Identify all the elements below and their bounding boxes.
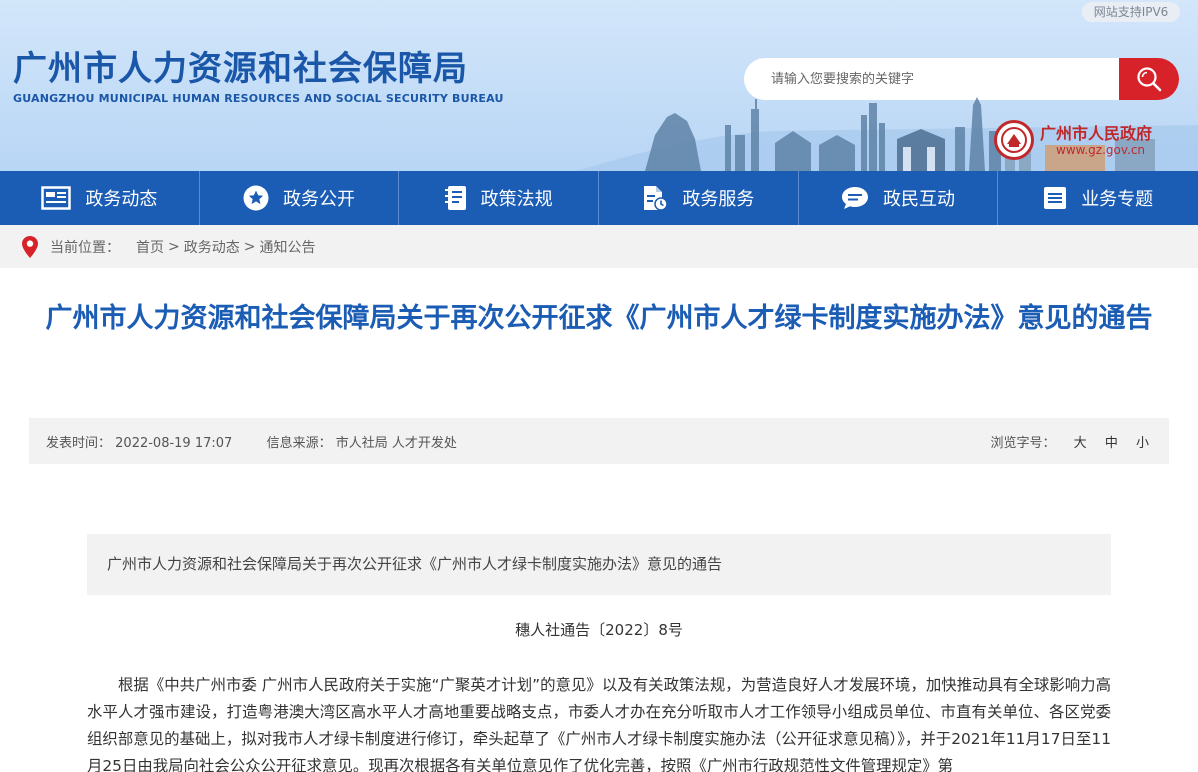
location-pin-icon	[22, 235, 38, 258]
search-bar	[744, 58, 1179, 100]
policy-document-icon	[444, 186, 466, 210]
search-icon	[1137, 67, 1162, 92]
site-header: 网站支持IPV6 广州市人力资源和社会保障局 GUANGZHOU MUNICIP…	[0, 0, 1198, 171]
article-subtitle-box: 广州市人力资源和社会保障局关于再次公开征求《广州市人才绿卡制度实施办法》意见的通…	[87, 534, 1111, 595]
nav-item-topics[interactable]: 业务专题	[998, 171, 1198, 225]
gov-link-name[interactable]: 广州市人民政府	[1040, 120, 1152, 144]
nav-item-label: 业务专题	[1081, 189, 1154, 210]
breadcrumb-notices[interactable]: 通知公告	[259, 237, 315, 257]
gov-emblem-icon[interactable]	[994, 120, 1034, 160]
article-body-paragraph: 根据《中共广州市委 广州市人民政府关于实施“广聚英才计划”的意见》以及有关政策法…	[87, 676, 1111, 772]
source-label: 信息来源：	[266, 435, 332, 451]
font-size-medium[interactable]: 中	[1105, 436, 1118, 451]
search-button[interactable]	[1119, 58, 1179, 100]
site-logo-subtitle: GUANGZHOU MUNICIPAL HUMAN RESOURCES AND …	[13, 92, 504, 105]
nav-item-news[interactable]: 政务动态	[0, 171, 200, 225]
font-size-large[interactable]: 大	[1074, 436, 1087, 451]
search-input[interactable]	[744, 58, 1119, 100]
nav-item-label: 政务服务	[682, 189, 755, 210]
breadcrumb-label: 当前位置：	[50, 239, 120, 256]
site-logo-title[interactable]: 广州市人力资源和社会保障局	[13, 49, 468, 89]
nav-item-label: 政策法规	[480, 189, 553, 210]
nav-item-label: 政务公开	[283, 189, 355, 210]
nav-item-services[interactable]: 政务服务	[599, 171, 799, 225]
gov-link-url[interactable]: www.gz.gov.cn	[1056, 143, 1145, 157]
news-icon	[41, 186, 72, 210]
breadcrumb-separator: >	[243, 238, 256, 255]
star-icon	[243, 185, 269, 211]
nav-item-label: 政务动态	[85, 189, 158, 210]
article-title: 广州市人力资源和社会保障局关于再次公开征求《广州市人才绿卡制度实施办法》意见的通…	[45, 303, 1153, 334]
source-value: 市人社局 人才开发处	[335, 435, 457, 451]
article-meta-bar: 发表时间： 2022-08-19 17:07 信息来源： 市人社局 人才开发处 …	[29, 418, 1169, 464]
publish-time: 2022-08-19 17:07	[115, 435, 233, 451]
font-size-label: 浏览字号：	[990, 435, 1056, 451]
breadcrumb-news[interactable]: 政务动态	[184, 237, 240, 257]
chat-bubble-icon	[842, 187, 869, 209]
article-meta-info: 发表时间： 2022-08-19 17:07 信息来源： 市人社局 人才开发处	[46, 432, 457, 451]
nav-item-label: 政民互动	[883, 189, 956, 210]
topic-list-icon	[1044, 187, 1067, 209]
publish-time-label: 发表时间：	[46, 435, 112, 451]
breadcrumb-separator: >	[168, 238, 180, 255]
nav-item-interaction[interactable]: 政民互动	[799, 171, 999, 225]
breadcrumb: 当前位置： 首页 > 政务动态 > 通知公告	[0, 225, 1198, 268]
nav-item-policy[interactable]: 政策法规	[399, 171, 600, 225]
breadcrumb-home[interactable]: 首页	[136, 237, 164, 257]
nav-item-public-affairs[interactable]: 政务公开	[200, 171, 400, 225]
ipv6-badge: 网站支持IPV6	[1082, 2, 1180, 22]
font-size-small[interactable]: 小	[1136, 436, 1149, 451]
service-document-icon	[644, 186, 669, 211]
main-nav: 政务动态 政务公开 政策法规 政务服务 政民互动 业务专题	[0, 171, 1198, 225]
document-number: 穗人社通告〔2022〕8号	[515, 621, 683, 639]
font-size-switcher: 浏览字号： 大 中 小	[991, 432, 1149, 451]
